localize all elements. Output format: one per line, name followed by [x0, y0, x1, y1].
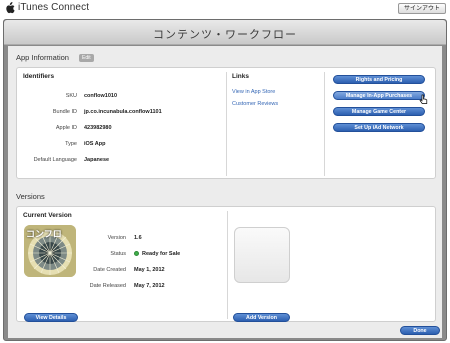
- default-language-value: Japanese: [84, 157, 110, 163]
- signout-button[interactable]: サインアウト: [397, 3, 446, 14]
- status-dot-icon: [134, 251, 139, 256]
- apple-id-value: 423982980: [84, 125, 112, 131]
- done-button[interactable]: Done: [400, 326, 440, 335]
- workflow-window: コンテンツ・ワークフロー App Information Edit Identi…: [3, 19, 447, 341]
- date-created-value: May 1, 2012: [134, 267, 165, 273]
- manage-game-center-button[interactable]: Manage Game Center: [333, 107, 425, 116]
- view-in-app-store-link[interactable]: View in App Store: [232, 89, 275, 95]
- panel-divider-2: [324, 72, 325, 176]
- date-released-label: Date Released: [89, 283, 126, 289]
- links-heading: Links: [232, 73, 249, 80]
- apple-logo-icon: [6, 2, 15, 14]
- rights-and-pricing-button[interactable]: Rights and Pricing: [333, 75, 425, 84]
- view-details-button[interactable]: View Details: [24, 313, 78, 322]
- sku-label: SKU: [65, 93, 77, 99]
- content-sheet: App Information Edit Identifiers SKU con…: [8, 46, 442, 338]
- bundle-id-label: Bundle ID: [52, 109, 77, 115]
- set-up-iad-network-button[interactable]: Set Up iAd Network: [333, 123, 425, 132]
- versions-divider: [227, 211, 228, 319]
- page-title: コンテンツ・ワークフロー: [153, 29, 297, 41]
- edit-button[interactable]: Edit: [79, 54, 94, 62]
- app-icon-text: コンフロ: [26, 229, 62, 239]
- panel-divider: [226, 72, 227, 176]
- bundle-id-value: jp.co.incunabula.conflow1101: [84, 109, 162, 115]
- app-info-panel: Identifiers SKU conflow1010 Bundle ID jp…: [16, 67, 436, 179]
- new-version-placeholder: [234, 227, 290, 283]
- top-bar: iTunes Connect サインアウト: [0, 0, 450, 18]
- add-version-button[interactable]: Add Version: [233, 313, 290, 322]
- type-value: iOS App: [84, 141, 106, 147]
- version-label: Version: [107, 235, 126, 241]
- pointer-cursor-icon: [419, 94, 428, 104]
- versions-panel: Current Version コンフロ View Details Versio…: [16, 206, 436, 322]
- versions-title: Versions: [16, 192, 45, 201]
- app-info-title: App Information: [16, 53, 69, 62]
- app-icon-artwork: コンフロ: [24, 225, 76, 277]
- identifiers-heading: Identifiers: [23, 73, 55, 80]
- current-version-heading: Current Version: [23, 212, 72, 219]
- type-label: Type: [65, 141, 77, 147]
- customer-reviews-link[interactable]: Customer Reviews: [232, 101, 278, 107]
- date-released-value: May 7, 2012: [134, 283, 165, 289]
- manage-in-app-purchases-button[interactable]: Manage In-App Purchases: [333, 91, 425, 100]
- sku-value: conflow1010: [84, 93, 118, 99]
- version-value: 1.6: [134, 235, 142, 241]
- status-label: Status: [110, 251, 126, 257]
- default-language-label: Default Language: [33, 157, 77, 163]
- date-created-label: Date Created: [93, 267, 126, 273]
- apple-id-label: Apple ID: [55, 125, 77, 131]
- header-bar: コンテンツ・ワークフロー: [4, 20, 446, 45]
- status-value: Ready for Sale: [142, 251, 181, 257]
- app-brand: iTunes Connect: [18, 2, 90, 13]
